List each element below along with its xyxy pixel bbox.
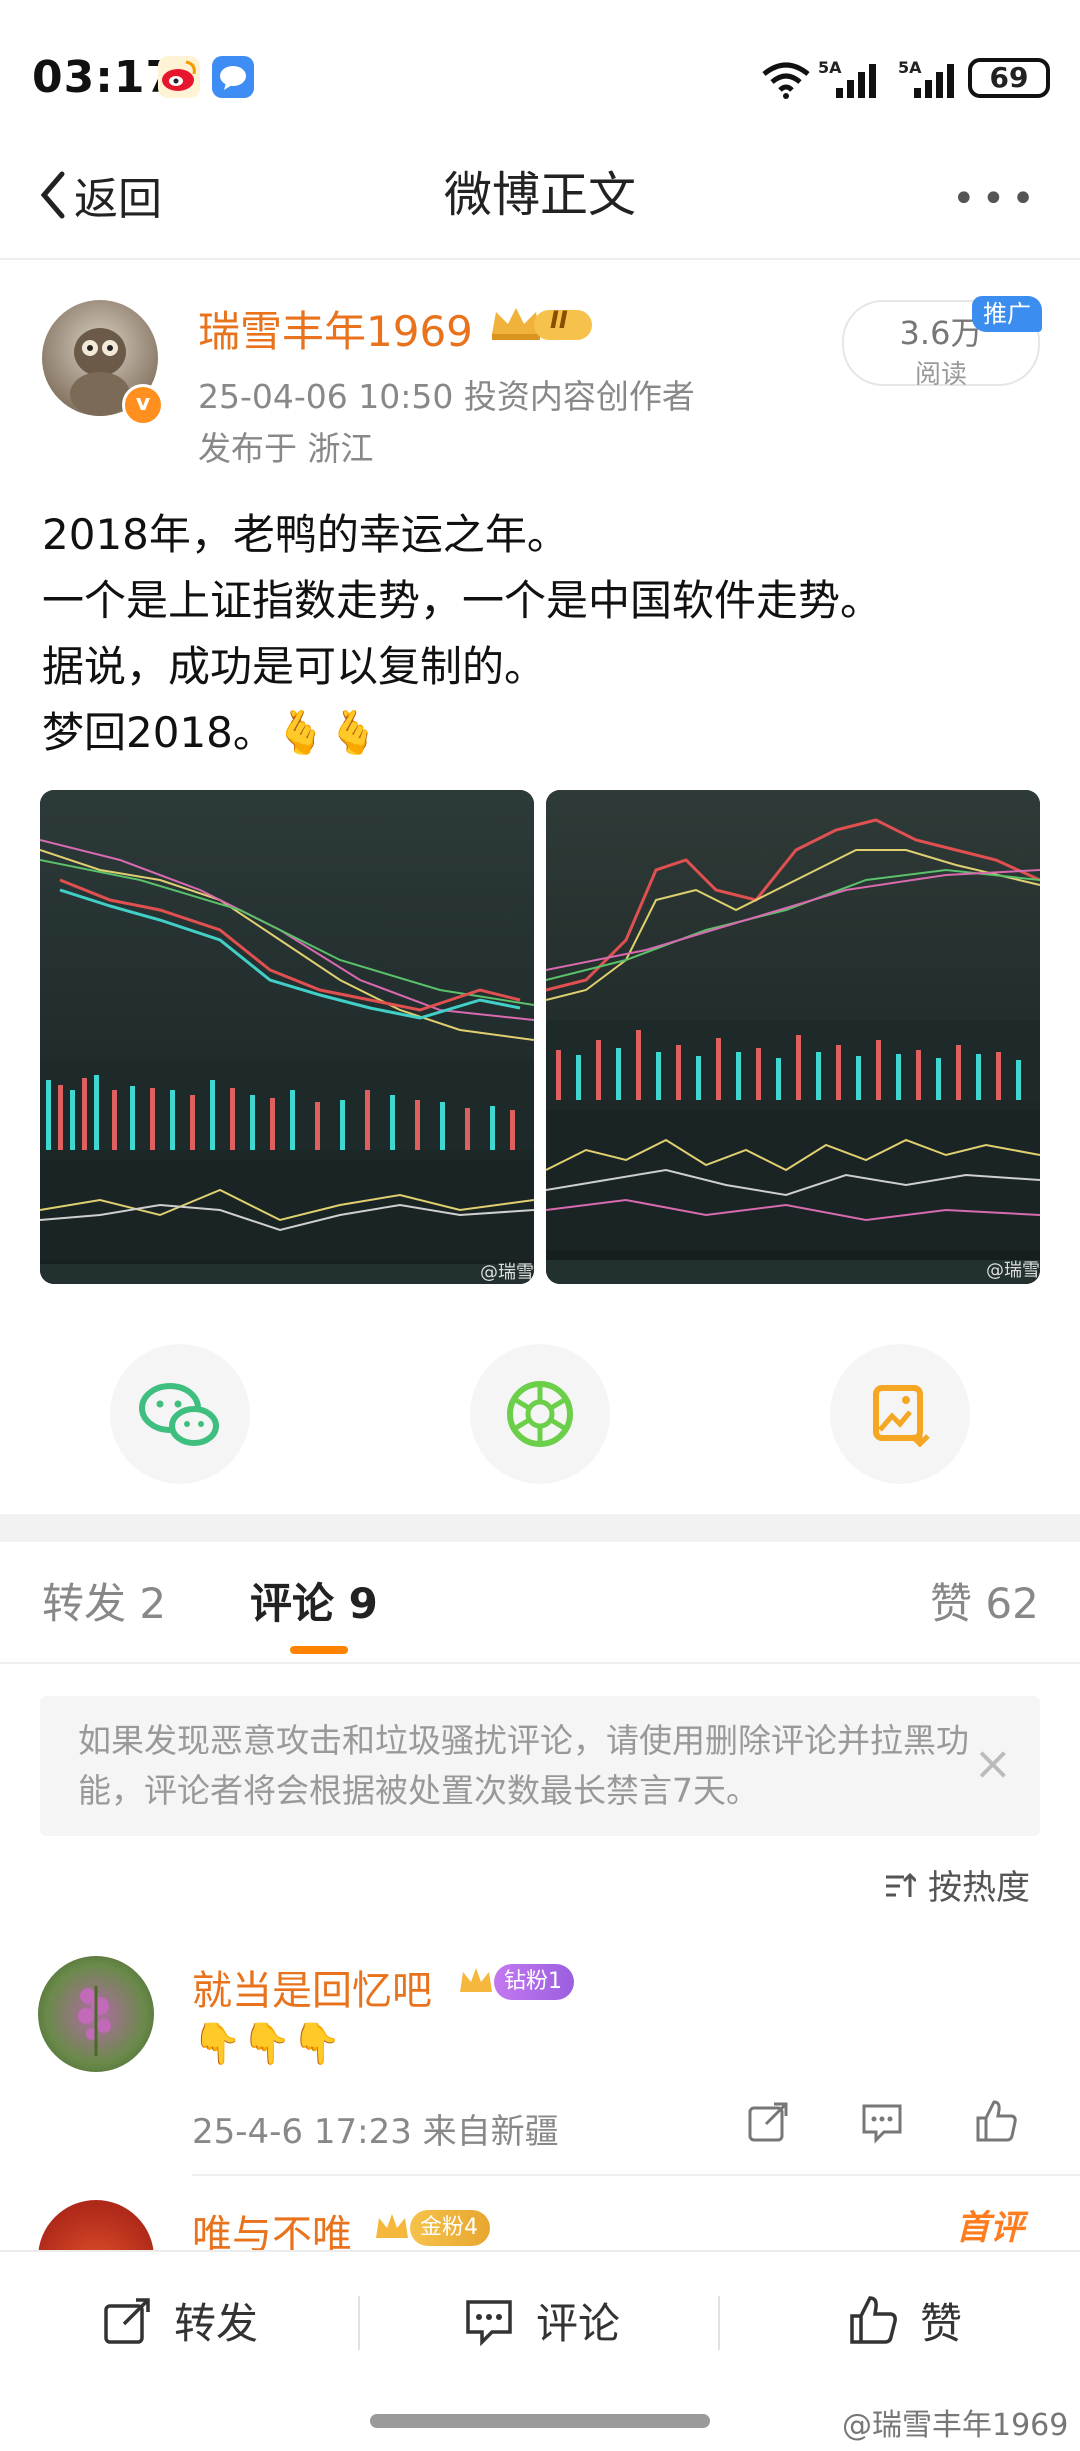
post-image-2[interactable]: @瑞雪 xyxy=(546,790,1040,1284)
moments-icon xyxy=(507,1381,573,1447)
post-image-1[interactable]: @瑞雪 xyxy=(40,790,534,1284)
status-time: 03:17 xyxy=(32,52,178,103)
repost-icon xyxy=(104,2297,150,2344)
fan-crown-icon xyxy=(376,2214,408,2238)
chevron-left-icon xyxy=(40,171,65,219)
member-crown-icon[interactable]: II xyxy=(488,304,598,344)
signal-bars-icon-2 xyxy=(914,62,960,102)
commenter-avatar[interactable] xyxy=(38,1956,154,2072)
image-watermark: @瑞雪 xyxy=(986,1260,1040,1281)
notice-text: 如果发现恶意攻击和垃圾骚扰评论，请使用删除评论并拉黑功能，评论者将会根据被处置次… xyxy=(78,1721,969,1810)
wifi-icon xyxy=(760,60,812,104)
post-date: 25-04-06 10:50 投资内容创作者 xyxy=(198,377,695,416)
repost-button[interactable]: 转发 xyxy=(100,2290,258,2351)
fan-badge-label-2: 金粉4 xyxy=(410,2210,490,2246)
post-line: 梦回2018。🫰🫰 xyxy=(42,708,380,757)
tab-comments[interactable]: 评论 9 xyxy=(250,1570,378,1631)
tab-likes[interactable]: 赞 62 xyxy=(930,1570,1039,1631)
bar-separator xyxy=(358,2296,360,2350)
comment-body: 👇👇👇 xyxy=(192,2021,342,2067)
signal-bars-icon xyxy=(836,62,886,102)
comment-icon xyxy=(466,2299,512,2346)
image-watermark: @瑞雪 xyxy=(480,1262,534,1283)
fan-crown-icon xyxy=(460,1968,492,1992)
back-button[interactable]: 返回 xyxy=(38,160,162,230)
commenter-name[interactable]: 就当是回忆吧 xyxy=(192,1958,432,2016)
fan-badge: 钻粉1 xyxy=(458,1964,574,2000)
back-label: 返回 xyxy=(74,174,162,225)
first-comment-tag: 首评 xyxy=(956,2208,1024,2248)
promote-badge[interactable]: 推广 xyxy=(972,296,1042,332)
share-wechat-button[interactable] xyxy=(110,1344,250,1484)
post-line: 据说，成功是可以复制的。 xyxy=(42,642,547,691)
save-image-button[interactable] xyxy=(830,1344,970,1484)
weibo-notification-icon xyxy=(158,56,200,98)
post-line: 一个是上证指数走势，一个是中国软件走势。 xyxy=(42,576,883,625)
battery-indicator: 69 xyxy=(968,58,1050,98)
comment-divider xyxy=(192,2174,1080,2176)
comment-button[interactable]: 评论 xyxy=(462,2290,620,2351)
comment-share-icon[interactable] xyxy=(744,2098,792,2146)
verified-icon: v xyxy=(122,384,164,426)
sort-by-hot-button[interactable]: 按热度 xyxy=(884,1860,1030,1910)
close-icon[interactable]: × xyxy=(973,1738,1012,1788)
sort-label: 按热度 xyxy=(928,1868,1030,1908)
active-tab-indicator xyxy=(290,1646,348,1654)
member-level: II xyxy=(550,306,568,334)
post-text: 2018年，老鸭的幸运之年。 一个是上证指数走势，一个是中国软件走势。 据说，成… xyxy=(42,502,882,766)
nav-divider xyxy=(0,258,1080,260)
comment-label: 评论 xyxy=(536,2299,621,2348)
author-name[interactable]: 瑞雪丰年1969 xyxy=(198,298,473,359)
fan-badge-label: 钻粉1 xyxy=(494,1964,574,2000)
comment-meta: 25-4-6 17:23 来自新疆 xyxy=(192,2112,559,2152)
share-moments-button[interactable] xyxy=(470,1344,610,1484)
bar-separator xyxy=(718,2296,720,2350)
section-separator xyxy=(0,1514,1080,1542)
page-watermark: @瑞雪丰年1969 xyxy=(842,2408,1069,2443)
moderation-notice: 如果发现恶意攻击和垃圾骚扰评论，请使用删除评论并拉黑功能，评论者将会根据被处置次… xyxy=(40,1696,1040,1836)
post-line: 2018年，老鸭的幸运之年。 xyxy=(42,510,569,559)
comment-reply-icon[interactable] xyxy=(858,2098,906,2146)
like-label: 赞 xyxy=(920,2299,963,2348)
like-icon xyxy=(850,2295,897,2344)
comment-like-icon[interactable] xyxy=(972,2098,1020,2146)
wechat-icon xyxy=(139,1383,219,1446)
tab-repost[interactable]: 转发 2 xyxy=(42,1570,166,1631)
home-indicator[interactable] xyxy=(370,2414,710,2428)
tabs-divider xyxy=(0,1662,1080,1664)
read-count-label: 阅读 xyxy=(914,360,967,390)
message-notification-icon xyxy=(212,56,254,98)
post-location: 发布于 浙江 xyxy=(198,429,374,468)
like-button[interactable]: 赞 xyxy=(846,2290,962,2351)
sort-icon xyxy=(884,1870,918,1910)
more-options-button[interactable]: ••• xyxy=(952,176,1041,222)
repost-label: 转发 xyxy=(174,2299,259,2348)
save-image-icon xyxy=(873,1385,930,1448)
fan-badge-2: 金粉4 xyxy=(374,2210,490,2246)
page-title: 微博正文 xyxy=(443,167,636,223)
